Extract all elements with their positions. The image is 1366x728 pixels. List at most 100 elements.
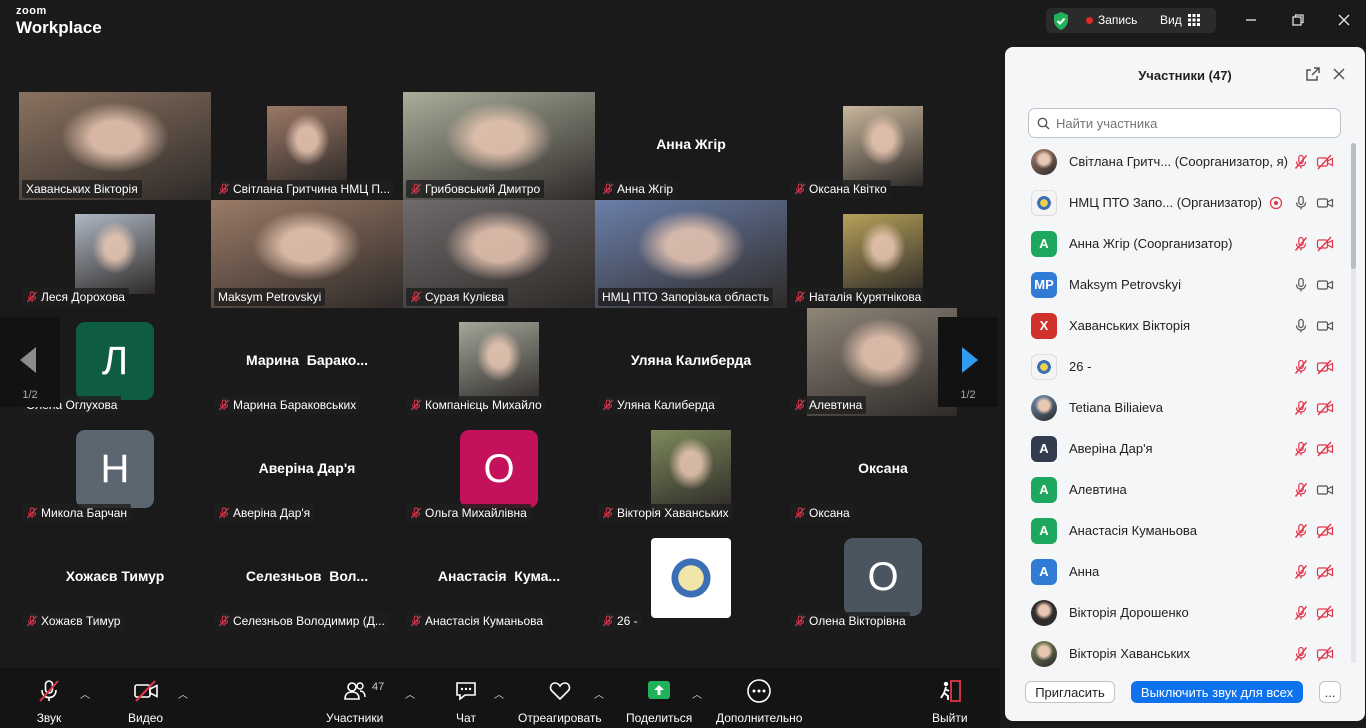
participant-row[interactable]: Вікторія Хаванських [1005, 633, 1355, 667]
close-icon[interactable] [1331, 66, 1347, 82]
video-tile[interactable]: Компанієць Михайло [403, 308, 595, 416]
participant-row[interactable]: MP Maksym Petrovskyi [1005, 264, 1355, 305]
participant-row[interactable]: А Анна [1005, 551, 1355, 592]
video-off-icon[interactable] [1316, 359, 1334, 375]
mic-off-icon[interactable] [1293, 605, 1309, 621]
mic-icon[interactable] [1293, 318, 1309, 334]
leave-button[interactable]: Выйти [932, 678, 968, 725]
participant-row[interactable]: А Аверіна Дар'я [1005, 428, 1355, 469]
mute-all-button[interactable]: Выключить звук для всех [1131, 681, 1303, 703]
video-button[interactable]: Видео [128, 678, 163, 725]
video-off-icon[interactable] [1316, 236, 1334, 252]
participant-row[interactable]: НМЦ ПТО Запо... (Организатор) [1005, 182, 1355, 223]
participants-options-chevron-icon[interactable]: ︿ [405, 686, 415, 701]
video-tile[interactable]: Аверіна Дар'я Аверіна Дар'я [211, 416, 403, 524]
invite-button[interactable]: Пригласить [1025, 681, 1115, 703]
video-tile[interactable]: Уляна Калиберда Уляна Калиберда [595, 308, 787, 416]
close-window-icon[interactable] [1336, 12, 1352, 28]
video-tile[interactable]: Леся Дорохова [19, 200, 211, 308]
video-off-icon[interactable] [1316, 400, 1334, 416]
panel-more-button[interactable]: ... [1319, 681, 1341, 703]
next-page-button[interactable]: 1/2 [938, 317, 998, 407]
mic-off-icon[interactable] [1293, 564, 1309, 580]
video-tile[interactable]: 26 - [595, 524, 787, 632]
audio-button[interactable]: Звук [36, 678, 62, 725]
video-icon[interactable] [1316, 195, 1334, 211]
video-off-icon[interactable] [1316, 564, 1334, 580]
video-off-icon[interactable] [1316, 154, 1334, 170]
mic-off-icon[interactable] [1293, 523, 1309, 539]
video-off-icon[interactable] [1316, 523, 1334, 539]
scrollbar-thumb[interactable] [1351, 143, 1356, 269]
participant-nameplate: Грибовський Дмитро [406, 180, 545, 198]
participant-list-scrollbar[interactable] [1351, 143, 1356, 663]
video-tile[interactable]: Наталія Курятнікова [787, 200, 979, 308]
video-icon[interactable] [1316, 277, 1334, 293]
participant-name: Анна [1069, 564, 1100, 579]
video-options-chevron-icon[interactable]: ︿ [178, 686, 188, 701]
shield-icon[interactable] [1052, 11, 1070, 31]
participant-row[interactable]: А Анна Жгір (Соорганизатор) [1005, 223, 1355, 264]
participant-row[interactable]: Tetiana Biliaieva [1005, 387, 1355, 428]
react-button[interactable]: Отреагировать [518, 678, 602, 725]
mic-off-icon[interactable] [1293, 482, 1309, 498]
restore-icon[interactable] [1290, 12, 1306, 28]
participant-row[interactable]: Вікторія Дорошенко [1005, 592, 1355, 633]
recording-indicator[interactable]: Запись [1086, 13, 1137, 27]
search-input[interactable] [1056, 115, 1326, 131]
react-options-chevron-icon[interactable]: ︿ [594, 686, 604, 701]
video-tile[interactable]: Н Микола Барчан [19, 416, 211, 524]
chat-options-chevron-icon[interactable]: ︿ [494, 686, 504, 701]
grid-icon [1187, 14, 1200, 26]
video-tile[interactable]: О Олена Вікторівна [787, 524, 979, 632]
video-tile[interactable]: Вікторія Хаванських [595, 416, 787, 524]
video-tile[interactable]: О Ольга Михайлівна [403, 416, 595, 524]
participant-row[interactable]: Х Хаванських Вікторія [1005, 305, 1355, 346]
share-button[interactable]: Поделиться [626, 678, 692, 725]
audio-options-chevron-icon[interactable]: ︿ [80, 686, 90, 701]
video-icon[interactable] [1316, 482, 1334, 498]
video-tile[interactable]: Марина Барако... Марина Бараковських [211, 308, 403, 416]
video-tile[interactable]: Сурая Кулієва [403, 200, 595, 308]
video-tile[interactable]: Оксана Квітко [787, 92, 979, 200]
chat-icon [456, 682, 476, 701]
mic-off-icon[interactable] [1293, 236, 1309, 252]
mic-off-icon [411, 291, 421, 303]
video-tile[interactable]: Світлана Гритчина НМЦ П... [211, 92, 403, 200]
chat-button[interactable]: Чат [453, 678, 479, 725]
video-off-icon[interactable] [1316, 441, 1334, 457]
mic-icon[interactable] [1293, 195, 1309, 211]
participant-row[interactable]: Світлана Гритч... (Соорганизатор, я) [1005, 141, 1355, 182]
video-feed [459, 322, 539, 402]
mic-off-icon[interactable] [1293, 359, 1309, 375]
mic-off-icon[interactable] [1293, 154, 1309, 170]
video-tile[interactable]: Анастасія Кума... Анастасія Куманьова [403, 524, 595, 632]
minimize-icon[interactable] [1243, 12, 1259, 28]
mic-off-icon[interactable] [1293, 400, 1309, 416]
video-tile[interactable]: Хаванських Вікторія [19, 92, 211, 200]
video-icon[interactable] [1316, 318, 1334, 334]
video-tile[interactable]: Хожаєв Тимур Хожаєв Тимур [19, 524, 211, 632]
view-button[interactable]: Вид [1160, 13, 1200, 27]
participant-row[interactable]: А Анастасія Куманьова [1005, 510, 1355, 551]
video-tile[interactable]: Селезньов Вол... Селезньов Володимир (Д.… [211, 524, 403, 632]
video-tile[interactable]: НМЦ ПТО Запорізька область [595, 200, 787, 308]
mic-off-icon[interactable] [1293, 646, 1309, 662]
share-options-chevron-icon[interactable]: ︿ [692, 686, 702, 701]
participant-name: Компанієць Михайло [425, 398, 542, 412]
share-icon [648, 681, 671, 699]
video-off-icon[interactable] [1316, 646, 1334, 662]
video-tile[interactable]: Грибовський Дмитро [403, 92, 595, 200]
video-tile[interactable]: Оксана Оксана [787, 416, 979, 524]
video-tile[interactable]: Анна Жгір Анна Жгір [595, 92, 787, 200]
participant-row[interactable]: 26 - [1005, 346, 1355, 387]
popout-icon[interactable] [1305, 66, 1321, 82]
prev-page-button[interactable]: 1/2 [0, 317, 60, 407]
video-tile[interactable]: Maksym Petrovskyi [211, 200, 403, 308]
more-button[interactable]: Дополнительно [716, 678, 802, 725]
mic-icon[interactable] [1293, 277, 1309, 293]
participant-row[interactable]: А Алевтина [1005, 469, 1355, 510]
video-off-icon[interactable] [1316, 605, 1334, 621]
participant-search[interactable] [1028, 108, 1341, 138]
mic-off-icon[interactable] [1293, 441, 1309, 457]
